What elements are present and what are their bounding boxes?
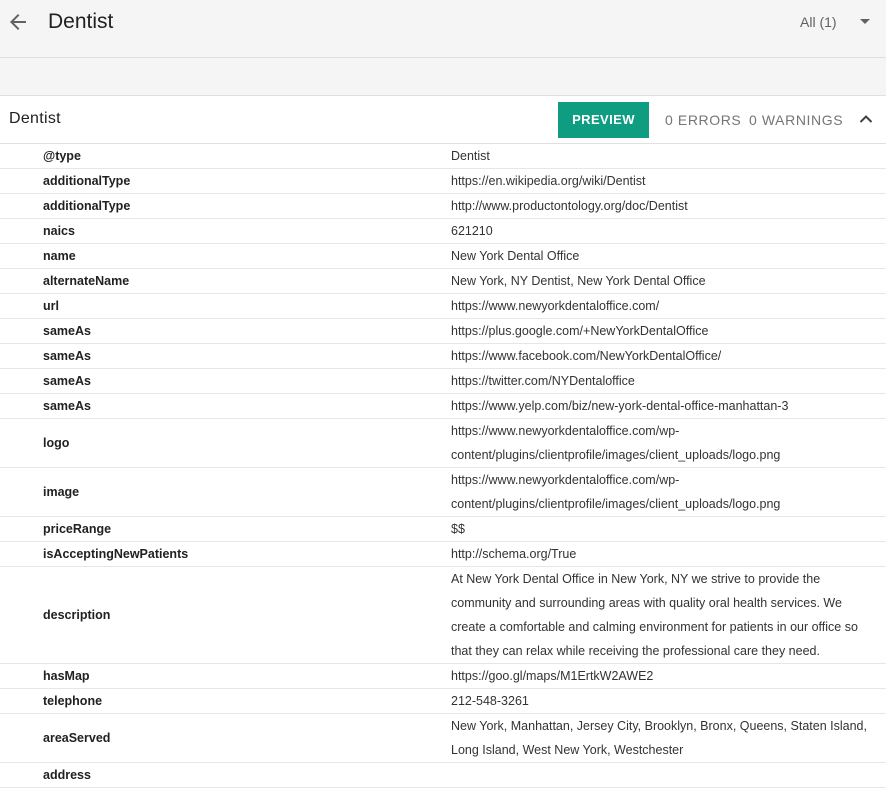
property-value: $$ (451, 522, 465, 536)
result-section-header: Dentist PREVIEW 0 ERRORS 0 WARNINGS (0, 96, 886, 144)
property-value: https://en.wikipedia.org/wiki/Dentist (451, 174, 646, 188)
table-row: telephone 212-548-3261 (0, 689, 886, 714)
property-name: sameAs (43, 374, 91, 388)
property-value: https://twitter.com/NYDentaloffice (451, 374, 635, 388)
property-value: https://goo.gl/maps/M1ErtkW2AWE2 (451, 669, 654, 683)
property-value: New York Dental Office (451, 249, 580, 263)
table-row: areaServed New York, Manhattan, Jersey Ci… (0, 714, 886, 763)
property-name: additionalType (43, 174, 131, 188)
property-name: additionalType (43, 199, 131, 213)
property-name: isAcceptingNewPatients (43, 547, 189, 561)
property-name: alternateName (43, 274, 130, 288)
table-row: sameAs https://twitter.com/NYDentaloffice (0, 369, 886, 394)
property-value: https://www.newyorkdentaloffice.com/wp-c… (451, 473, 781, 511)
property-value: New York, Manhattan, Jersey City, Brookl… (451, 719, 867, 757)
property-name: url (43, 299, 59, 313)
table-row: hasMap https://goo.gl/maps/M1ErtkW2AWE2 (0, 664, 886, 689)
table-row: url https://www.newyorkdentaloffice.com/ (0, 294, 886, 319)
property-value: https://www.yelp.com/biz/new-york-dental… (451, 399, 789, 413)
table-row: address (0, 763, 886, 788)
property-name: @type (43, 149, 81, 163)
property-name: sameAs (43, 349, 91, 363)
property-value: http://schema.org/True (451, 547, 577, 561)
table-row: additionalType http://www.productontology… (0, 194, 886, 219)
property-name: priceRange (43, 522, 112, 536)
errors-count[interactable]: 0 ERRORS (665, 112, 741, 128)
table-row: priceRange $$ (0, 517, 886, 542)
table-row: additionalType https://en.wikipedia.org/w… (0, 169, 886, 194)
page-title: Dentist (48, 10, 114, 33)
table-row: @type Dentist (0, 144, 886, 169)
table-row: description At New York Dental Office in … (0, 567, 886, 664)
properties-table: @type Dentist additionalType https://en.wi… (0, 144, 886, 788)
filter-dropdown[interactable]: All (1) (800, 13, 837, 31)
property-name: logo (43, 436, 70, 450)
property-name: address (43, 768, 91, 782)
toolbar-spacer (0, 58, 886, 96)
property-name: hasMap (43, 669, 90, 683)
property-name: image (43, 485, 80, 499)
section-title: Dentist (9, 110, 61, 127)
property-name: sameAs (43, 399, 91, 413)
table-row: name New York Dental Office (0, 244, 886, 269)
chevron-up-icon[interactable] (857, 110, 875, 128)
table-row: logo https://www.newyorkdentaloffice.com/… (0, 419, 886, 468)
table-row: naics 621210 (0, 219, 886, 244)
chevron-down-icon[interactable] (860, 19, 870, 24)
property-value: At New York Dental Office in New York, N… (451, 572, 858, 658)
property-name: name (43, 249, 76, 263)
property-value: https://www.newyorkdentaloffice.com/ (451, 299, 660, 313)
property-name: description (43, 608, 111, 622)
table-row: sameAs https://www.facebook.com/NewYorkDe… (0, 344, 886, 369)
property-value: https://www.facebook.com/NewYorkDentalOf… (451, 349, 722, 363)
property-name: sameAs (43, 324, 91, 338)
property-value: 621210 (451, 224, 493, 238)
top-bar: Dentist All (1) (0, 0, 886, 58)
property-name: naics (43, 224, 75, 238)
property-name: areaServed (43, 731, 111, 745)
table-row: alternateName New York, NY Dentist, New Y… (0, 269, 886, 294)
table-row: sameAs https://www.yelp.com/biz/new-york-… (0, 394, 886, 419)
property-value: Dentist (451, 149, 490, 163)
property-value: 212-548-3261 (451, 694, 529, 708)
warnings-count[interactable]: 0 WARNINGS (749, 112, 843, 128)
property-name: telephone (43, 694, 103, 708)
back-arrow-icon[interactable] (6, 10, 30, 34)
table-row: sameAs https://plus.google.com/+NewYorkDe… (0, 319, 886, 344)
property-value: http://www.productontology.org/doc/Denti… (451, 199, 688, 213)
property-value: New York, NY Dentist, New York Dental Of… (451, 274, 706, 288)
table-row: image https://www.newyorkdentaloffice.com… (0, 468, 886, 517)
property-value: https://plus.google.com/+NewYorkDentalOf… (451, 324, 709, 338)
property-value: https://www.newyorkdentaloffice.com/wp-c… (451, 424, 781, 462)
table-row: isAcceptingNewPatients http://schema.org/… (0, 542, 886, 567)
preview-button[interactable]: PREVIEW (558, 102, 649, 138)
